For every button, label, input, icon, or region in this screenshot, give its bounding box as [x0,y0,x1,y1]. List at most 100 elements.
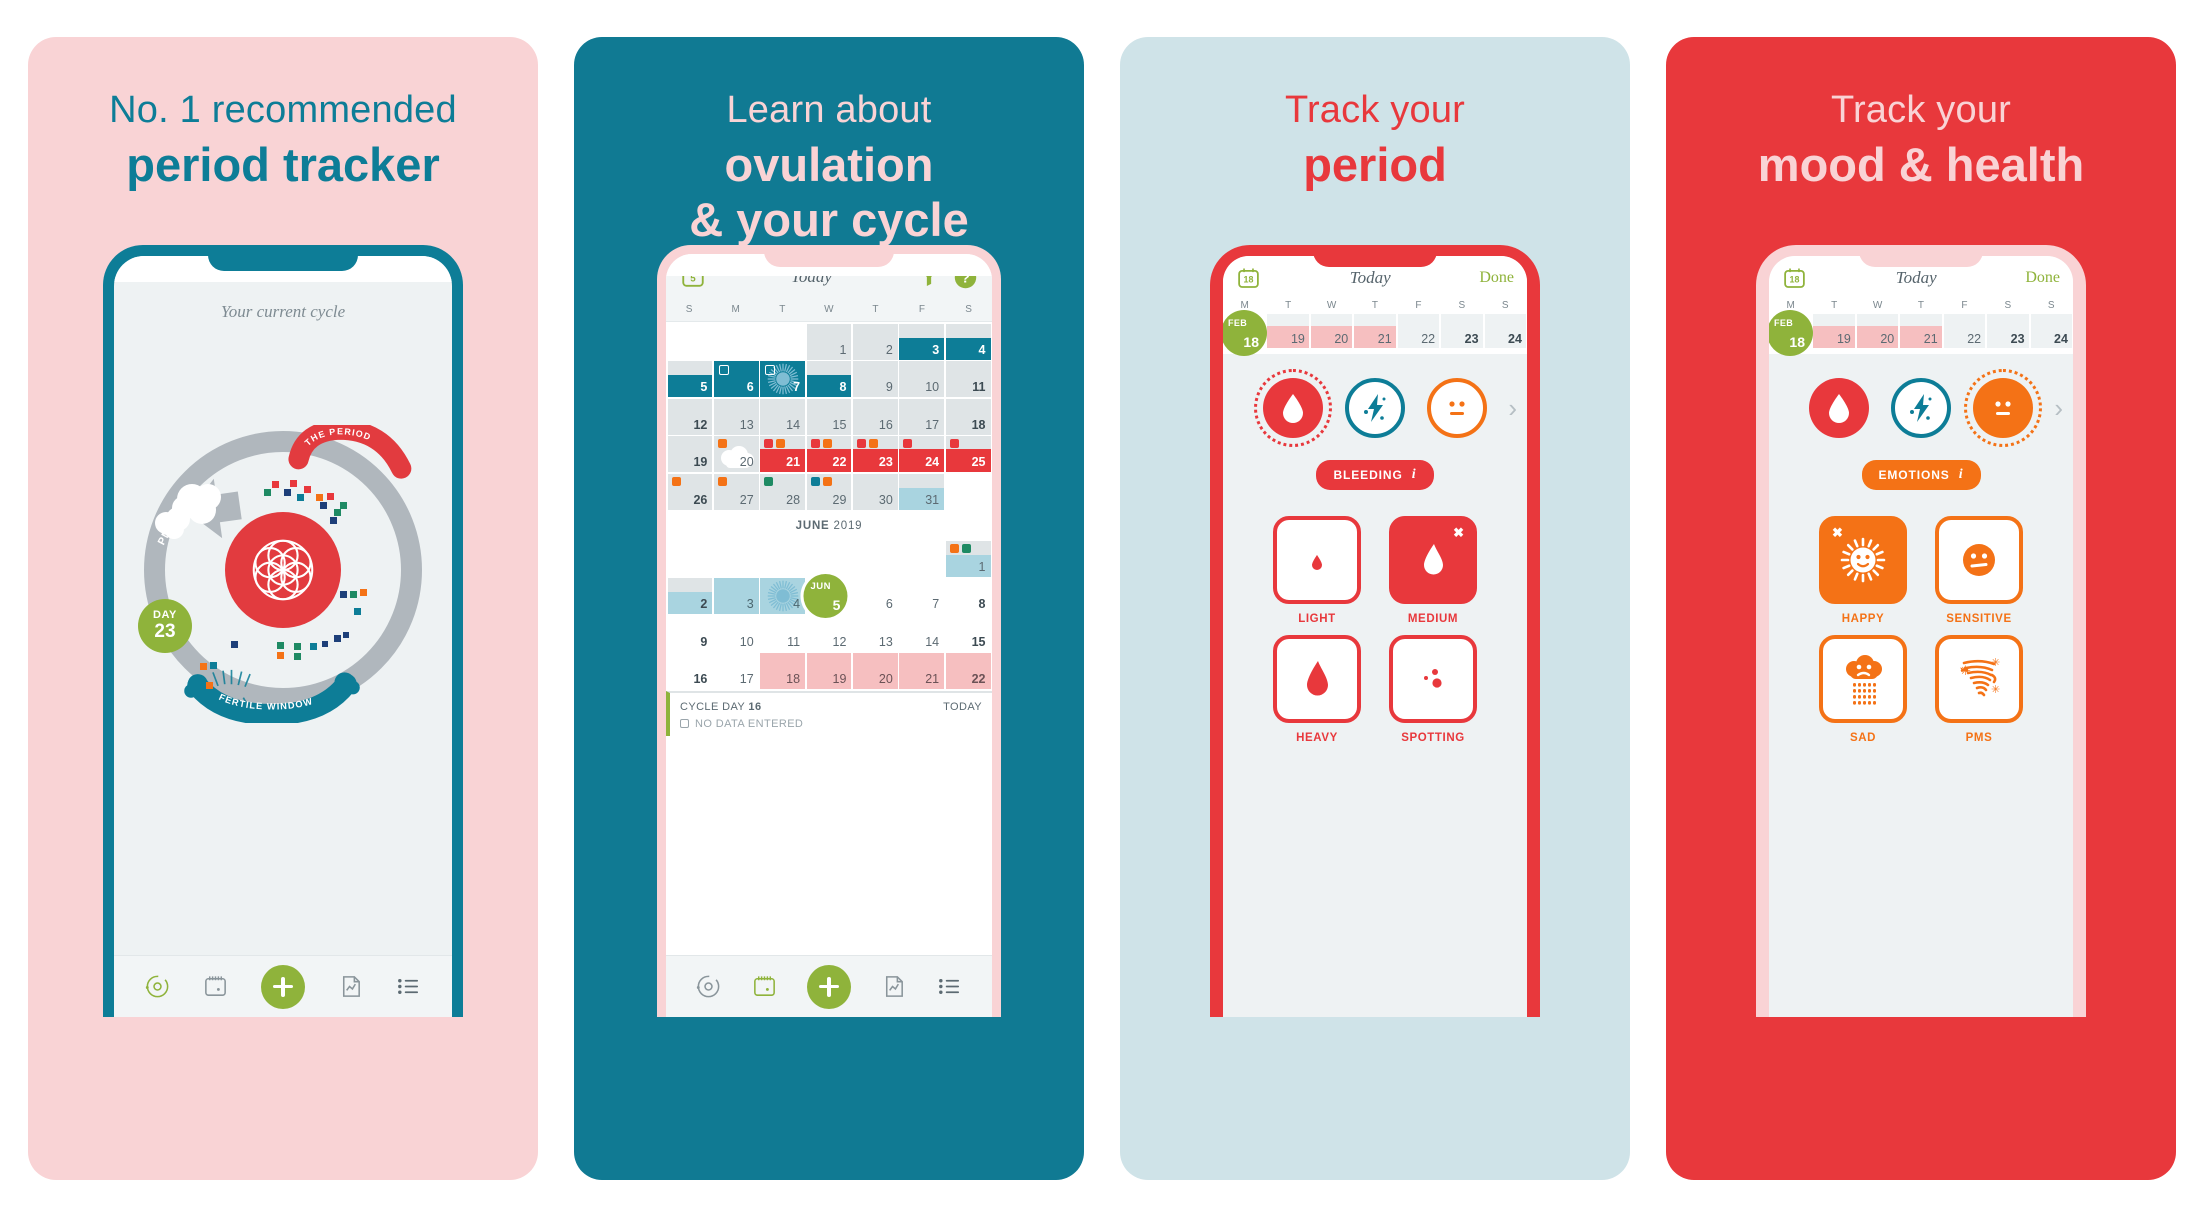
day-badge[interactable]: DAY 23 [138,599,192,653]
calendar-day-cell[interactable]: 12 [806,615,852,652]
tracker-day[interactable]: 21 [1900,314,1942,348]
category-neutral-face[interactable] [1427,378,1487,438]
calendar-day-cell[interactable]: 19 [667,436,713,472]
info-icon[interactable]: i [1412,467,1417,483]
calendar-day-cell[interactable]: 7 [899,578,945,614]
calendar-day-cell[interactable]: 24 [899,436,945,472]
calendar-day-cell[interactable]: 1 [945,540,991,577]
option-tile-box[interactable] [1273,516,1361,604]
calendar-day-cell[interactable]: 16 [852,398,898,435]
calendar-day-cell[interactable]: 19 [806,653,852,689]
list-icon[interactable] [395,973,422,1000]
cycle-wheel-icon[interactable] [144,973,171,1000]
category-neutral-face[interactable] [1964,369,2042,447]
calendar-day-cell[interactable]: 11 [760,615,806,652]
option-tile[interactable]: ✖ HAPPY [1813,516,1913,625]
calendar-day-cell[interactable]: 13 [852,615,898,652]
tracker-day[interactable]: FEB 18 [1223,310,1267,356]
calendar-day-cell[interactable]: 4 [945,323,991,360]
chevron-right-icon[interactable]: › [2054,393,2063,424]
list-icon[interactable] [936,973,963,1000]
option-tile-box[interactable]: ✳ ✳ ✳ [1935,635,2023,723]
emotion-tiles[interactable]: ✖ HAPPY SENSITIVE SAD ✳ ✳ ✳ PMS [1769,490,2073,744]
calendar-day-cell[interactable]: 8 [806,361,852,397]
calendar-day-cell[interactable]: 7 [760,361,806,397]
cycle-wheel-icon[interactable] [695,973,722,1000]
calendar-day-cell[interactable]: 12 [667,398,713,435]
tracker-day[interactable]: 22 [1397,314,1440,348]
calendar-day-cell[interactable]: 14 [760,398,806,435]
cycle-wheel[interactable]: PMS THE PERIOD FERTILE WINDOW DAY 23 [138,425,422,723]
today-marker[interactable]: FEB 18 [1769,310,1813,356]
option-tile-box[interactable]: ✖ [1819,516,1907,604]
info-icon[interactable]: i [1959,467,1964,483]
calendar-day-cell[interactable]: 22 [945,653,991,689]
calendar-day-cell[interactable]: 9 [667,615,713,652]
tracker-day[interactable]: 24 [1484,314,1526,348]
calendar-day-cell[interactable]: 27 [713,473,759,510]
tracker-day[interactable]: 21 [1354,314,1396,348]
calendar-day-cell[interactable] [760,540,806,577]
calendar-day-cell[interactable] [899,540,945,577]
calendar-day-cell[interactable]: JUN 5 [803,574,852,618]
tracker-day-strip-4[interactable]: FEB 18 19 20 21 22 23 24 [1769,310,2073,356]
calendar-day-cell[interactable]: 29 [806,473,852,510]
option-tile[interactable]: SAD [1813,635,1913,744]
option-tile-box[interactable]: ✖ [1389,516,1477,604]
calendar-day-cell[interactable]: 2 [667,578,713,614]
calendar-day-cell[interactable]: 1 [806,323,852,360]
calendar-day-cell[interactable]: 14 [899,615,945,652]
bleeding-tiles[interactable]: LIGHT ✖ MEDIUM HEAVY SPOTTING [1223,490,1527,744]
report-icon[interactable] [337,973,364,1000]
section-pill-bleeding[interactable]: BLEEDING i [1316,460,1434,490]
category-lightning-bolt[interactable] [1345,378,1405,438]
calendar-day-cell[interactable]: 20 [713,436,759,472]
add-icon[interactable] [260,964,305,1009]
tracker-day[interactable]: 24 [2030,314,2072,348]
calendar-day-cell[interactable]: 15 [945,615,991,652]
tracker-day[interactable]: 19 [1267,314,1309,348]
calendar-day-cell[interactable]: 9 [852,361,898,397]
calendar-day-cell[interactable]: 22 [806,436,852,472]
category-blood-drop[interactable] [1809,378,1869,438]
option-tile-box[interactable] [1935,516,2023,604]
calendar-icon[interactable] [202,973,229,1000]
calendar-day-cell[interactable]: 6 [713,361,759,397]
calendar-day-cell[interactable]: 21 [760,436,806,472]
calendar-footer[interactable]: CYCLE DAY 16 TODAY NO DATA ENTERED [666,690,992,736]
option-tile-box[interactable] [1273,635,1361,723]
option-tile-box[interactable] [1819,635,1907,723]
calendar-day-cell[interactable]: 18 [945,398,991,435]
today-marker[interactable]: FEB 18 [1223,310,1267,356]
calendar-day-cell[interactable]: 15 [806,398,852,435]
calendar-day-cell[interactable]: 17 [899,398,945,435]
calendar-grid-upper[interactable]: 123456 7 8 9 10 11 12 13 14 15 16 17 18 19 20 21 22 23 2… [666,322,992,511]
calendar-day-cell[interactable]: 13 [713,398,759,435]
tracker-day[interactable]: FEB 18 [1769,310,1813,356]
calendar-day-cell[interactable]: 17 [713,653,759,689]
calendar-day-cell[interactable]: 21 [899,653,945,689]
calendar-day-badge-icon[interactable]: 18 [1236,266,1261,291]
option-tile[interactable]: ✳ ✳ ✳ PMS [1929,635,2029,744]
option-tile[interactable]: LIGHT [1267,516,1367,625]
today-marker[interactable]: JUN 5 [803,574,848,618]
calendar-day-cell[interactable]: 3 [899,323,945,360]
done-button[interactable]: Done [1479,269,1514,287]
calendar-day-cell[interactable]: 23 [852,436,898,472]
calendar-day-cell[interactable]: 4 [760,578,806,614]
calendar-day-cell[interactable]: 3 [713,578,759,614]
tab-bar-1[interactable] [114,955,452,1017]
calendar-day-cell[interactable] [667,540,713,577]
done-button[interactable]: Done [2025,269,2060,287]
calendar-day-cell[interactable]: 28 [760,473,806,510]
add-icon[interactable] [806,964,851,1009]
tracker-day[interactable]: 20 [1310,314,1353,348]
category-lightning-bolt[interactable] [1891,378,1951,438]
calendar-icon[interactable] [751,973,778,1000]
add-entry-button[interactable] [806,964,851,1009]
option-tile[interactable]: HEAVY [1267,635,1367,744]
section-pill-emotions[interactable]: EMOTIONS i [1861,460,1981,490]
remove-selection-icon[interactable]: ✖ [1453,526,1464,539]
tracker-day[interactable]: 19 [1813,314,1855,348]
add-entry-button[interactable] [260,964,305,1009]
